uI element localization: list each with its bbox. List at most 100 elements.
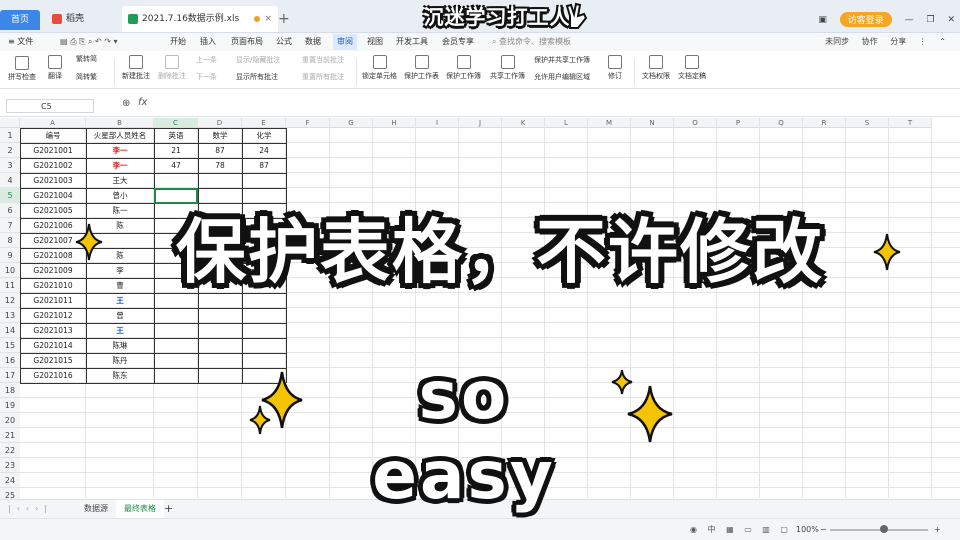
menu-data[interactable]: 数据 bbox=[305, 33, 321, 51]
toggle-comment-button[interactable]: 显示/隐藏批注 bbox=[236, 55, 280, 65]
zoom-in-button[interactable]: + bbox=[934, 519, 941, 540]
column-header-i[interactable]: I bbox=[416, 118, 459, 128]
table-cell[interactable]: 47 bbox=[154, 158, 198, 173]
protect-sheet-button[interactable]: 保护工作表 bbox=[404, 55, 439, 81]
table-cell[interactable]: 英语 bbox=[154, 128, 198, 143]
table-cell[interactable] bbox=[198, 338, 242, 353]
sheet-tab-final[interactable]: 最终表格 bbox=[116, 500, 164, 518]
column-header-g[interactable]: G bbox=[330, 118, 373, 128]
row-header[interactable]: 11 bbox=[0, 278, 20, 293]
ime-icon[interactable]: 中 bbox=[708, 525, 716, 534]
table-cell[interactable]: G2021004 bbox=[20, 188, 86, 203]
table-cell[interactable] bbox=[154, 323, 198, 338]
zoom-out-button[interactable]: − bbox=[820, 519, 827, 540]
column-header-c[interactable]: C bbox=[154, 118, 198, 128]
table-cell[interactable]: 王 bbox=[86, 323, 154, 338]
quick-access-toolbar[interactable]: ▤ ⎙ ⎘ ⌕ ↶ ↷ ▾ bbox=[60, 33, 118, 51]
table-cell[interactable]: 陈琳 bbox=[86, 338, 154, 353]
allow-edit-ranges-button[interactable]: 允许用户编辑区域 bbox=[534, 72, 590, 82]
table-cell[interactable]: G2021012 bbox=[20, 308, 86, 323]
zoom-slider-handle[interactable] bbox=[880, 525, 888, 533]
select-all-corner[interactable] bbox=[0, 118, 20, 128]
menu-review[interactable]: 审阅 bbox=[333, 34, 357, 50]
column-header-b[interactable]: B bbox=[86, 118, 154, 128]
share-workbook-button[interactable]: 共享工作簿 bbox=[490, 55, 525, 81]
reset-all-comments-button[interactable]: 重置所有批注 bbox=[302, 72, 344, 82]
delete-comment-button[interactable]: 删除批注 bbox=[158, 55, 186, 81]
table-cell[interactable]: G2021016 bbox=[20, 368, 86, 383]
table-cell[interactable]: G2021015 bbox=[20, 353, 86, 368]
table-cell[interactable]: 火星部人员姓名 bbox=[86, 128, 154, 143]
table-cell[interactable]: 陈丹 bbox=[86, 353, 154, 368]
lock-cell-button[interactable]: 锁定单元格 bbox=[362, 55, 397, 81]
column-header-e[interactable]: E bbox=[242, 118, 286, 128]
finalize-doc-button[interactable]: 文档定稿 bbox=[678, 55, 706, 81]
add-sheet-button[interactable]: + bbox=[164, 500, 173, 518]
table-cell[interactable] bbox=[154, 338, 198, 353]
sync-status[interactable]: 未同步 bbox=[825, 37, 849, 46]
column-header-p[interactable]: P bbox=[717, 118, 760, 128]
row-header[interactable]: 10 bbox=[0, 263, 20, 278]
protect-share-workbook-button[interactable]: 保护并共享工作簿 bbox=[534, 55, 590, 65]
collab-button[interactable]: 协作 bbox=[862, 37, 878, 46]
table-cell[interactable]: G2021001 bbox=[20, 143, 86, 158]
table-cell[interactable]: 24 bbox=[242, 143, 286, 158]
table-cell[interactable] bbox=[242, 188, 286, 203]
row-header[interactable]: 8 bbox=[0, 233, 20, 248]
column-header-f[interactable]: F bbox=[286, 118, 330, 128]
table-cell[interactable] bbox=[242, 173, 286, 188]
table-cell[interactable] bbox=[198, 353, 242, 368]
command-search[interactable]: ⌕ 查找命令、搜索模板 bbox=[492, 35, 612, 49]
table-cell[interactable]: 编号 bbox=[20, 128, 86, 143]
table-cell[interactable] bbox=[154, 353, 198, 368]
menu-formulas[interactable]: 公式 bbox=[276, 33, 292, 51]
new-tab-button[interactable]: + bbox=[278, 12, 290, 26]
column-header-k[interactable]: K bbox=[502, 118, 545, 128]
table-cell[interactable]: G2021003 bbox=[20, 173, 86, 188]
prev-comment-button[interactable]: 上一条 bbox=[196, 55, 217, 65]
table-cell[interactable]: 87 bbox=[242, 158, 286, 173]
column-header-r[interactable]: R bbox=[803, 118, 846, 128]
close-window-icon[interactable]: ✕ bbox=[947, 15, 955, 25]
column-header-l[interactable]: L bbox=[545, 118, 588, 128]
spell-check-button[interactable]: 拼写检查 bbox=[8, 56, 36, 82]
zoom-formula-icon[interactable]: ⊕ bbox=[122, 98, 130, 109]
protect-workbook-button[interactable]: 保护工作簿 bbox=[446, 55, 481, 81]
reset-current-comment-button[interactable]: 重置当前批注 bbox=[302, 55, 344, 65]
translate-button[interactable]: 翻译 bbox=[48, 55, 62, 81]
table-cell[interactable]: G2021013 bbox=[20, 323, 86, 338]
row-header[interactable]: 7 bbox=[0, 218, 20, 233]
row-header[interactable]: 17 bbox=[0, 368, 20, 383]
row-header[interactable]: 2 bbox=[0, 143, 20, 158]
reading-view-icon[interactable]: ▢ bbox=[780, 525, 788, 534]
tab-workbook[interactable]: 2021.7.16数据示例.xls × bbox=[122, 6, 278, 32]
table-cell[interactable]: G2021010 bbox=[20, 278, 86, 293]
simp-to-trad-button[interactable]: 简转繁 bbox=[76, 72, 97, 82]
table-cell[interactable]: 21 bbox=[154, 143, 198, 158]
zoom-slider-track[interactable] bbox=[830, 529, 928, 531]
menu-page-layout[interactable]: 页面布局 bbox=[231, 33, 263, 51]
table-cell[interactable] bbox=[154, 368, 198, 383]
window-layout-icon[interactable]: ▣ bbox=[818, 15, 827, 25]
table-cell[interactable]: 曾 bbox=[86, 308, 154, 323]
table-cell[interactable] bbox=[198, 308, 242, 323]
table-cell[interactable] bbox=[242, 308, 286, 323]
row-header[interactable]: 13 bbox=[0, 308, 20, 323]
row-header[interactable]: 15 bbox=[0, 338, 20, 353]
next-comment-button[interactable]: 下一条 bbox=[196, 72, 217, 82]
row-header[interactable]: 22 bbox=[0, 443, 20, 458]
row-header[interactable]: 9 bbox=[0, 248, 20, 263]
tab-docer[interactable]: 稻壳 bbox=[46, 6, 124, 32]
row-header[interactable]: 23 bbox=[0, 458, 20, 473]
table-cell[interactable]: 数学 bbox=[198, 128, 242, 143]
table-cell[interactable]: 李一 bbox=[86, 158, 154, 173]
eye-icon[interactable]: ◉ bbox=[690, 525, 697, 534]
normal-view-icon[interactable]: ▦ bbox=[726, 525, 734, 534]
table-cell[interactable]: G2021014 bbox=[20, 338, 86, 353]
column-header-o[interactable]: O bbox=[674, 118, 717, 128]
restore-icon[interactable]: ❐ bbox=[927, 15, 935, 25]
table-cell[interactable] bbox=[198, 173, 242, 188]
table-cell[interactable] bbox=[198, 323, 242, 338]
table-cell[interactable] bbox=[242, 323, 286, 338]
row-header[interactable]: 6 bbox=[0, 203, 20, 218]
